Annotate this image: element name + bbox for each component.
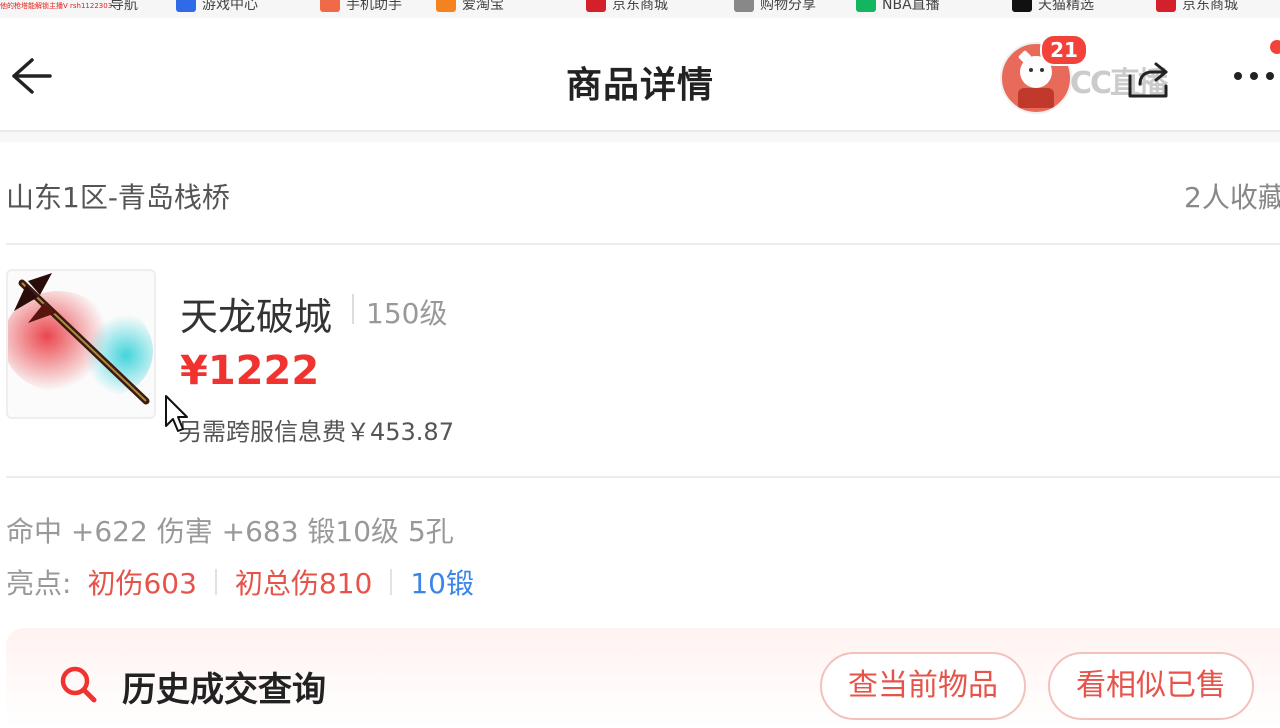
bookmark-label: 天猫精选 [1038, 0, 1094, 13]
bookmark-label: 京东商城 [1182, 0, 1238, 13]
highlight-tag: 初伤603 [87, 567, 197, 600]
bookmark-item[interactable]: 京东商城 [586, 0, 668, 14]
overlay-text: 他的枪塔能解锁主播V rsh1122303 [0, 2, 113, 10]
bookmark-icon [586, 0, 606, 12]
highlight-separator [214, 569, 217, 595]
bookmark-item[interactable]: NBA直播 [856, 0, 940, 14]
more-dot [1234, 72, 1242, 80]
mouse-cursor-icon [165, 395, 188, 432]
avatar-eye [1040, 68, 1044, 72]
bookmark-icon [1156, 0, 1176, 12]
item-stats: 命中 +622 伤害 +683 锻10级 5孔 [6, 515, 454, 548]
bookmarks-bar: 他的枪塔能解锁主播V rsh1122303 导航 游戏中心 手机助手 爱淘宝 京… [0, 0, 1280, 18]
search-icon [60, 666, 97, 703]
bookmark-icon [734, 0, 754, 12]
bookmark-item[interactable]: 手机助手 [320, 0, 402, 14]
section-gap [0, 132, 1280, 142]
highlights-row: 亮点: 初伤603 初总伤810 10锻 [6, 562, 474, 602]
bookmark-label: 游戏中心 [202, 0, 258, 13]
highlights-label: 亮点: [6, 567, 72, 600]
highlight-tag: 初总伤810 [234, 567, 373, 600]
bookmark-label: 导航 [110, 0, 138, 13]
highlight-tag: 10锻 [410, 567, 474, 600]
bookmark-icon [436, 0, 456, 12]
bookmark-item[interactable]: 爱淘宝 [436, 0, 504, 14]
server-name: 山东1区-青岛栈桥 [6, 181, 230, 214]
product-level: 150级 [366, 297, 448, 330]
bookmark-label: 手机助手 [346, 0, 402, 13]
check-current-item-button[interactable]: 查当前物品 [820, 652, 1026, 720]
more-icon[interactable] [1234, 72, 1280, 82]
divider [6, 243, 1280, 245]
title-separator [352, 294, 354, 324]
favorites-count[interactable]: 2人收藏 [1184, 176, 1280, 216]
bookmark-icon [1012, 0, 1032, 12]
unread-dot [1270, 40, 1280, 54]
more-dot [1250, 72, 1258, 80]
bookmark-icon [856, 0, 876, 12]
bookmark-item[interactable]: 天猫精选 [1012, 0, 1094, 14]
divider [6, 476, 1280, 478]
highlight-separator [390, 569, 393, 595]
avatar-eye [1029, 68, 1033, 72]
cross-server-fee: 另需跨服信息费￥453.87 [178, 418, 454, 446]
bookmark-icon [320, 0, 340, 12]
history-title: 历史成交查询 [122, 670, 326, 710]
bookmark-item[interactable]: 游戏中心 [176, 0, 258, 14]
bookmark-label: NBA直播 [882, 0, 940, 13]
bookmark-item[interactable]: 购物分享 [734, 0, 816, 14]
bookmark-item[interactable]: 导航 [110, 0, 138, 14]
bookmark-item[interactable]: 京东商城 [1156, 0, 1238, 14]
bookmark-label: 爱淘宝 [462, 0, 504, 13]
product-image[interactable] [6, 269, 156, 419]
avatar-body [1018, 88, 1054, 108]
view-similar-sold-button[interactable]: 看相似已售 [1048, 652, 1254, 720]
product-price: ¥1222 [180, 348, 320, 394]
more-dot [1266, 72, 1274, 80]
weapon-icon [8, 273, 153, 405]
bookmark-label: 购物分享 [760, 0, 816, 13]
bookmark-icon [176, 0, 196, 12]
share-icon[interactable] [1126, 58, 1170, 100]
bookmark-label: 京东商城 [612, 0, 668, 13]
product-name: 天龙破城 [180, 295, 333, 339]
